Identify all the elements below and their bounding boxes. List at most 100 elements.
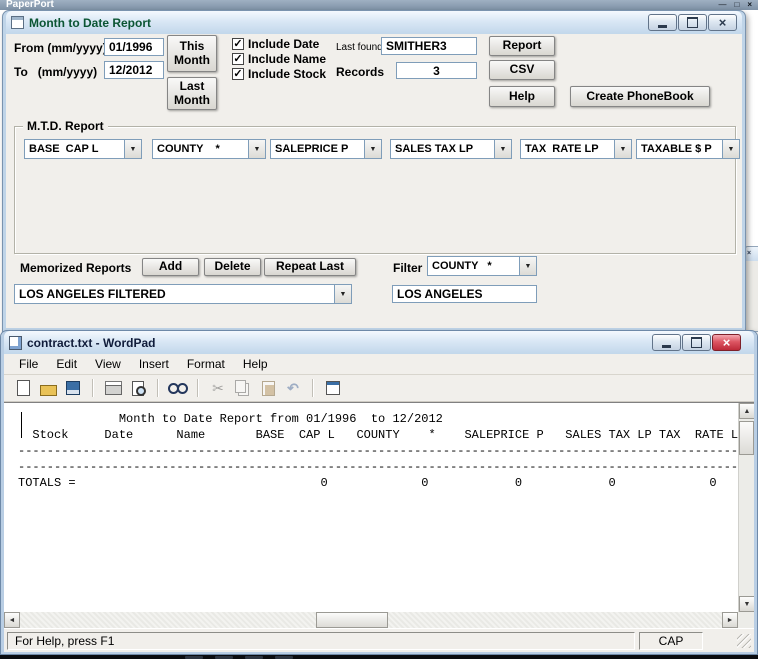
find-icon[interactable] [167,378,189,398]
new-document-icon[interactable] [12,378,34,398]
fragment-titlebar [745,247,758,261]
to-input[interactable]: 12/2012 [104,61,164,79]
minimize-button[interactable] [652,334,681,351]
mtd-window-frame: Month to Date Report From (mm/yyyy) 01/1… [3,11,745,331]
from-label: From (mm/yyyy) [14,41,107,55]
horizontal-scroll-thumb[interactable] [316,612,388,628]
csv-button[interactable]: CSV [489,60,555,80]
document-container: Month to Date Report from 01/1996 to 12/… [4,402,754,612]
records-field[interactable]: 3 [396,62,477,79]
wordpad-window: contract.txt - WordPad File Edit View In… [0,330,758,655]
include-stock-label: Include Stock [248,67,327,81]
menu-edit[interactable]: Edit [47,355,86,373]
document-separator-line: ----------------------------------------… [18,460,738,474]
mtd-report-group-title: M.T.D. Report [23,119,108,133]
print-preview-icon[interactable] [127,378,149,398]
maximize-icon[interactable] [734,0,739,10]
chevron-down-icon[interactable] [364,140,381,158]
field-dropdown-5[interactable]: TAX RATE LP [520,139,632,159]
minimize-button[interactable] [648,14,677,31]
copy-icon[interactable] [232,378,254,398]
paperport-window-controls [718,0,758,10]
this-month-button[interactable]: This Month [167,35,217,72]
report-button[interactable]: Report [489,36,555,56]
scroll-left-icon[interactable]: ◄ [4,612,20,628]
chevron-down-icon[interactable] [614,140,631,158]
wordpad-menubar: File Edit View Insert Format Help [4,354,754,375]
to-label: To (mm/yyyy) [14,65,98,79]
close-icon[interactable] [747,249,751,259]
print-icon[interactable] [102,378,124,398]
menu-file[interactable]: File [10,355,47,373]
scroll-up-icon[interactable]: ▲ [739,403,754,419]
menu-help[interactable]: Help [234,355,277,373]
date-time-icon[interactable] [322,378,344,398]
mtd-form: From (mm/yyyy) 01/1996 To (mm/yyyy) 12/2… [6,34,742,328]
field-dropdown-4[interactable]: SALES TAX LP [390,139,512,159]
filter-dropdown-value: COUNTY * [432,260,492,272]
close-button[interactable] [712,334,741,351]
repeat-last-button[interactable]: Repeat Last [264,258,356,276]
undo-icon[interactable] [282,378,304,398]
scroll-down-icon[interactable]: ▼ [739,596,754,612]
save-icon[interactable] [62,378,84,398]
maximize-button[interactable] [678,14,707,31]
include-date-checkbox[interactable]: Include Date [232,37,319,51]
help-button[interactable]: Help [489,86,555,107]
create-phonebook-button[interactable]: Create PhoneBook [570,86,710,107]
wordpad-window-frame: contract.txt - WordPad File Edit View In… [1,331,757,654]
status-message: For Help, press F1 [7,631,635,650]
filter-value-field[interactable]: LOS ANGELES [392,285,537,303]
memorized-reports-label: Memorized Reports [20,261,132,275]
chevron-down-icon[interactable] [722,140,739,158]
maximize-button[interactable] [682,334,711,351]
field-dropdown-6[interactable]: TAXABLE $ P [636,139,740,159]
include-stock-checkbox[interactable]: Include Stock [232,67,326,81]
wordpad-statusbar: For Help, press F1 CAP [4,628,754,652]
scrollbar-corner [738,612,754,628]
toolbar-separator [92,379,94,397]
field-dropdown-2[interactable]: COUNTY * [152,139,266,159]
field-dropdown-1[interactable]: BASE CAP L [24,139,142,159]
wordpad-window-title: contract.txt - WordPad [27,335,156,350]
cut-icon[interactable] [207,378,229,398]
resize-grip[interactable] [737,633,751,648]
from-input[interactable]: 01/1996 [104,38,164,56]
include-name-checkbox[interactable]: Include Name [232,52,326,66]
vertical-scroll-thumb[interactable] [739,421,754,455]
vertical-scrollbar[interactable]: ▲ ▼ [738,403,754,612]
vertical-scroll-track[interactable] [739,419,754,596]
memorized-report-value: LOS ANGELES FILTERED [19,287,166,301]
menu-insert[interactable]: Insert [130,355,178,373]
chevron-down-icon[interactable] [519,257,536,275]
filter-dropdown[interactable]: COUNTY * [427,256,537,276]
field-dropdown-3[interactable]: SALEPRICE P [270,139,382,159]
add-button[interactable]: Add [142,258,199,276]
chevron-down-icon[interactable] [248,140,265,158]
menu-view[interactable]: View [86,355,130,373]
memorized-report-dropdown[interactable]: LOS ANGELES FILTERED [14,284,352,304]
minimize-icon[interactable] [718,0,726,10]
horizontal-scrollbar[interactable]: ◄ ► [4,612,754,628]
chevron-down-icon[interactable] [494,140,511,158]
document-area[interactable]: Month to Date Report from 01/1996 to 12/… [4,403,738,612]
mtd-titlebar: Month to Date Report [6,11,742,34]
checkbox-checked-icon [232,68,244,80]
close-button[interactable] [708,14,737,31]
document-separator-line: ----------------------------------------… [18,444,738,458]
last-month-button[interactable]: Last Month [167,77,217,110]
paste-icon[interactable] [257,378,279,398]
horizontal-scroll-track[interactable] [20,612,722,628]
scroll-right-icon[interactable]: ► [722,612,738,628]
mtd-window-title: Month to Date Report [29,15,151,30]
wordpad-toolbar [4,375,754,402]
delete-button[interactable]: Delete [204,258,261,276]
chevron-down-icon[interactable] [124,140,141,158]
open-file-icon[interactable] [37,378,59,398]
menu-format[interactable]: Format [178,355,234,373]
chevron-down-icon[interactable] [334,285,351,303]
close-icon[interactable] [747,0,752,10]
wordpad-document-icon [9,335,22,350]
last-found-field[interactable]: SMITHER3 [381,37,477,55]
field-dropdown-6-value: TAXABLE $ P [641,143,712,155]
